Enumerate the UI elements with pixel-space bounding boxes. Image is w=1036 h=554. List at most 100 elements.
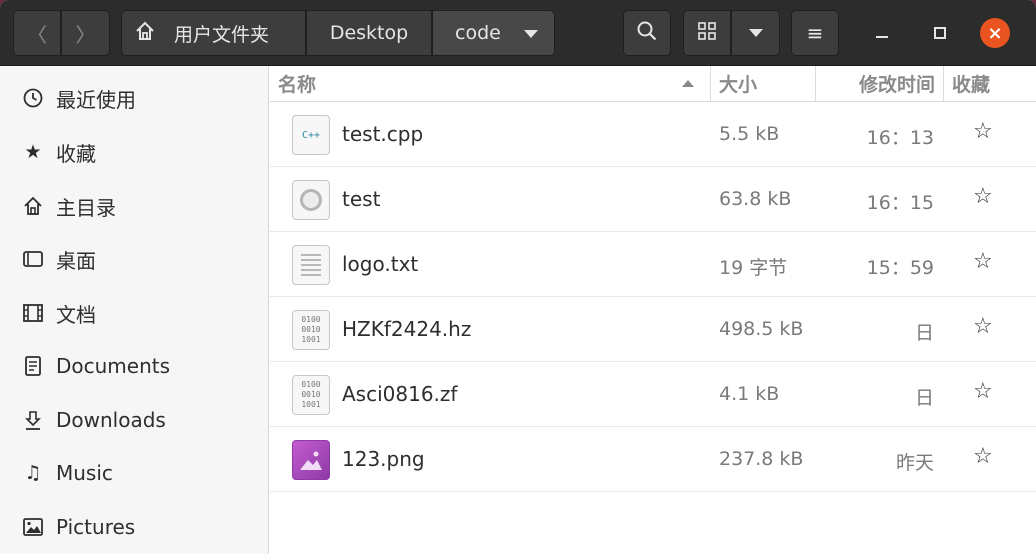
- chevron-down-icon: [524, 30, 538, 38]
- sidebar-item-label: 文档: [56, 302, 96, 327]
- text-lines-icon: [301, 254, 321, 276]
- column-header-starred[interactable]: 收藏: [943, 66, 1036, 101]
- star-icon: ★: [24, 141, 42, 163]
- main-menu-button[interactable]: ≡: [791, 10, 839, 56]
- column-header-row: 名称 大小 修改时间 收藏: [270, 66, 1036, 102]
- home-icon: [134, 20, 156, 47]
- header-bar: 〈 〉 用户文件夹 Desktop code ≡ ×: [0, 0, 1036, 66]
- file-row[interactable]: 0100 0010 1001 Asci0816.zf 4.1 kB 日 ☆: [270, 362, 1036, 427]
- star-outline-icon[interactable]: ☆: [973, 379, 993, 404]
- forward-button[interactable]: 〉: [61, 10, 110, 56]
- file-modified: 日: [914, 387, 934, 409]
- hamburger-icon: ≡: [806, 21, 824, 45]
- executable-file-icon: [292, 180, 330, 220]
- view-options-button[interactable]: [731, 10, 780, 56]
- file-modified: 日: [914, 322, 934, 344]
- search-icon: [636, 20, 658, 47]
- image-file-icon: [292, 440, 330, 480]
- film-icon: [21, 301, 45, 325]
- file-row[interactable]: 0100 0010 1001 HZKf2424.hz 498.5 kB 日 ☆: [270, 297, 1036, 362]
- sidebar: 最近使用 ★ 收藏 主目录 桌面 文档 Documents Downloads …: [0, 66, 269, 554]
- sidebar-item-label: Documents: [56, 354, 171, 378]
- chevron-right-icon: 〉: [75, 22, 96, 47]
- sidebar-item-label: Pictures: [56, 515, 136, 539]
- file-row[interactable]: logo.txt 19 字节 15：59 ☆: [270, 232, 1036, 297]
- file-size: 237.8 kB: [719, 448, 804, 470]
- file-size: 498.5 kB: [719, 318, 804, 340]
- column-header-size[interactable]: 大小: [710, 66, 815, 101]
- star-outline-icon[interactable]: ☆: [973, 444, 993, 469]
- file-modified: 16：15: [866, 192, 934, 214]
- file-row[interactable]: C++ test.cpp 5.5 kB 16：13 ☆: [270, 102, 1036, 167]
- desktop-icon: [21, 247, 45, 271]
- minimize-button[interactable]: [867, 18, 897, 48]
- maximize-icon: [934, 27, 946, 39]
- star-outline-icon[interactable]: ☆: [973, 184, 993, 209]
- file-modified: 16：13: [866, 127, 934, 149]
- sidebar-item-recent[interactable]: 最近使用: [0, 72, 268, 124]
- cpp-icon-text: C++: [301, 129, 321, 141]
- sidebar-item-documents[interactable]: Documents: [0, 340, 268, 392]
- file-size: 4.1 kB: [719, 383, 780, 405]
- star-outline-icon[interactable]: ☆: [973, 249, 993, 274]
- file-name: HZKf2424.hz: [342, 317, 472, 341]
- grid-view-button[interactable]: [683, 10, 731, 56]
- back-button[interactable]: 〈: [13, 10, 61, 56]
- file-row[interactable]: test 63.8 kB 16：15 ☆: [270, 167, 1036, 232]
- column-header-label: 大小: [719, 74, 758, 96]
- picture-icon: [21, 515, 45, 539]
- sidebar-item-videos[interactable]: 文档: [0, 287, 268, 339]
- breadcrumb-label: code: [455, 22, 501, 44]
- sidebar-item-label: 收藏: [56, 141, 96, 166]
- file-modified: 昨天: [895, 452, 934, 474]
- chevron-left-icon: 〈: [27, 22, 47, 47]
- file-name: logo.txt: [342, 252, 419, 276]
- breadcrumb-home[interactable]: 用户文件夹: [121, 10, 306, 56]
- cpp-file-icon: C++: [292, 115, 330, 155]
- sidebar-item-label: 桌面: [56, 248, 96, 273]
- file-size: 63.8 kB: [719, 188, 792, 210]
- close-button[interactable]: ×: [980, 18, 1010, 48]
- file-name: Asci0816.zf: [342, 382, 458, 406]
- breadcrumb-desktop[interactable]: Desktop: [306, 10, 432, 56]
- gear-icon: [300, 189, 322, 211]
- sidebar-item-label: 最近使用: [56, 87, 136, 112]
- search-button[interactable]: [623, 10, 671, 56]
- sidebar-item-home[interactable]: 主目录: [0, 180, 268, 232]
- sidebar-item-music[interactable]: ♫ Music: [0, 447, 268, 499]
- clock-icon: [21, 86, 45, 110]
- breadcrumb-code[interactable]: code: [432, 10, 555, 56]
- chevron-down-icon: [748, 29, 763, 37]
- column-header-modified[interactable]: 修改时间: [815, 66, 943, 101]
- file-modified: 15：59: [866, 257, 934, 279]
- sort-ascending-icon: [682, 80, 694, 87]
- minimize-icon: [876, 36, 888, 38]
- close-icon: ×: [987, 22, 1003, 44]
- sidebar-item-downloads[interactable]: Downloads: [0, 394, 268, 446]
- download-icon: [21, 408, 45, 432]
- file-manager-window: 〈 〉 用户文件夹 Desktop code ≡ × 最近使用 ★ 收藏 主目录…: [0, 0, 1036, 554]
- file-name: test.cpp: [342, 122, 424, 146]
- column-header-label: 名称: [278, 74, 317, 96]
- star-outline-icon[interactable]: ☆: [973, 314, 993, 339]
- file-name: 123.png: [342, 447, 425, 471]
- breadcrumb-label: Desktop: [329, 22, 409, 44]
- grid-icon: [698, 21, 716, 45]
- binary-icon-text: 0100 0010 1001: [301, 380, 321, 409]
- file-row[interactable]: 123.png 237.8 kB 昨天 ☆: [270, 427, 1036, 492]
- sidebar-item-label: Music: [56, 461, 113, 485]
- text-file-icon: [292, 245, 330, 285]
- sidebar-item-pictures[interactable]: Pictures: [0, 501, 268, 553]
- column-header-name[interactable]: 名称: [278, 66, 708, 101]
- sidebar-item-desktop[interactable]: 桌面: [0, 233, 268, 285]
- sidebar-item-label: Downloads: [56, 408, 166, 432]
- sidebar-item-label: 主目录: [56, 195, 116, 220]
- star-outline-icon[interactable]: ☆: [973, 119, 993, 144]
- file-name: test: [342, 187, 381, 211]
- sidebar-item-starred[interactable]: ★ 收藏: [0, 126, 268, 178]
- file-list-view: 名称 大小 修改时间 收藏 C++ test.cpp 5.5 kB 16：13 …: [270, 66, 1036, 554]
- binary-file-icon: 0100 0010 1001: [292, 310, 330, 350]
- maximize-button[interactable]: [925, 18, 955, 48]
- home-icon: [21, 194, 45, 218]
- file-size: 5.5 kB: [719, 123, 780, 145]
